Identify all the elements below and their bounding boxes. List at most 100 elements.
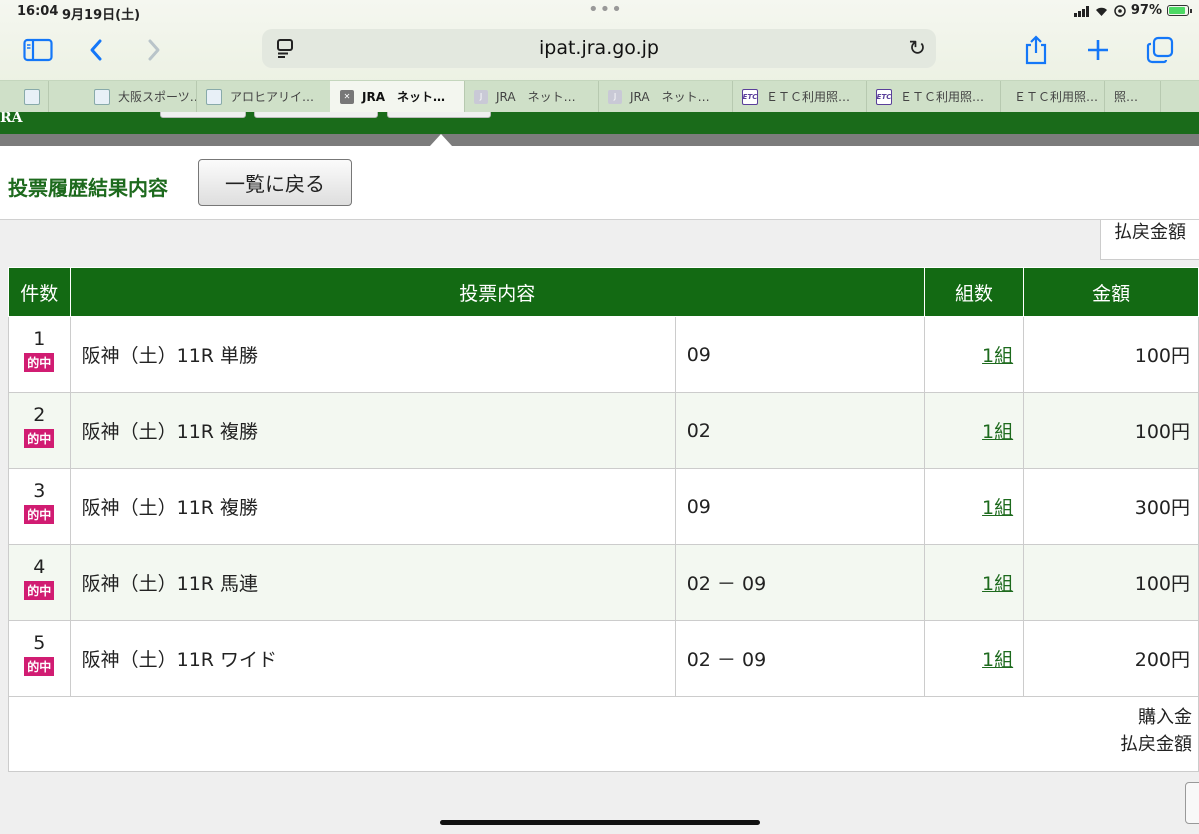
safari-toolbar: ipat.jra.go.jp ↻ (0, 28, 1199, 72)
close-tab-icon[interactable]: ✕ (340, 89, 354, 104)
combination-count-cell: 1組 (923, 392, 1025, 469)
share-icon[interactable] (1018, 32, 1054, 68)
combination-count-link[interactable]: 1組 (982, 497, 1013, 519)
tab-label: 照… (1114, 90, 1139, 104)
row-number-cell: 5 的中 (8, 620, 71, 697)
table-header-row: 件数 投票内容 組数 金額 (8, 267, 1199, 317)
wifi-icon (1095, 7, 1107, 16)
forward-chevron-icon[interactable] (136, 32, 172, 68)
browser-tab-active[interactable]: ✕ JRA ネット… (330, 81, 465, 112)
browser-tab[interactable]: 照… (1104, 81, 1161, 112)
bet-amount: 100円 (1023, 316, 1199, 393)
table-row: 1 的中 阪神（土）11R 単勝 09 1組 100円 (8, 316, 1199, 393)
site-favicon-icon: J (608, 89, 622, 104)
combination-count-cell: 1組 (923, 468, 1025, 545)
bet-description: 阪神（土）11R 馬連 (69, 544, 676, 621)
combination-count-cell: 1組 (923, 620, 1025, 697)
tab-label: ＥＴＣ利用照… (900, 90, 985, 104)
battery-percent: 97% (1130, 3, 1162, 18)
cellular-signal-icon (1073, 5, 1089, 17)
back-chevron-icon[interactable] (78, 32, 114, 68)
reload-icon[interactable]: ↻ (908, 36, 926, 60)
etc-favicon-icon: ETC (876, 88, 892, 105)
nav-pointer-caret (430, 134, 452, 146)
summary-cell: 購入金 払戻金額 (8, 696, 1199, 772)
table-row: 5 的中 阪神（土）11R ワイド 02 － 09 1組 200円 (8, 620, 1199, 697)
row-number-cell: 2 的中 (8, 392, 71, 469)
bet-description: 阪神（土）11R 複勝 (69, 468, 676, 545)
multitasking-dots-icon[interactable]: ••• (588, 0, 623, 20)
page-bottom-button[interactable] (1185, 782, 1199, 824)
header-divider (0, 134, 1199, 146)
tab-label: アロヒアリイ… (230, 90, 315, 104)
row-number: 3 (33, 480, 46, 502)
bet-selection: 09 (674, 468, 925, 545)
row-number: 1 (33, 328, 46, 350)
tab-label: 大阪スポーツ… (118, 90, 197, 104)
row-number: 5 (33, 632, 46, 654)
status-time: 16:04 (17, 4, 59, 19)
bet-selection: 02 (674, 392, 925, 469)
table-row: 4 的中 阪神（土）11R 馬連 02 － 09 1組 100円 (8, 544, 1199, 621)
browser-tab[interactable]: J JRA ネット… (598, 81, 733, 112)
browser-tab[interactable]: J JRA ネット… (464, 81, 599, 112)
browser-chrome: 16:04 9月19日(土) ••• 97% ipat.jra.go.jp ↻ (0, 0, 1199, 113)
hit-badge: 的中 (24, 505, 55, 524)
site-header: RA (0, 112, 1199, 134)
combination-count-cell: 1組 (923, 316, 1025, 393)
new-tab-plus-icon[interactable] (1080, 32, 1116, 68)
url-text: ipat.jra.go.jp (539, 37, 659, 59)
hit-badge: 的中 (24, 657, 55, 676)
location-lock-icon (1114, 4, 1126, 17)
header-nav-button[interactable] (387, 112, 491, 118)
title-bar: 投票履歴結果内容 一覧に戻る (0, 146, 1199, 220)
bet-description: 阪神（土）11R 複勝 (69, 392, 676, 469)
browser-tab[interactable] (14, 81, 49, 112)
bet-selection: 09 (674, 316, 925, 393)
header-nav-button[interactable] (160, 112, 246, 118)
browser-tab[interactable]: ETC ＥＴＣ利用照… (866, 81, 1001, 112)
site-favicon-icon (94, 88, 110, 105)
status-date: 9月19日(土) (62, 8, 141, 23)
browser-tab[interactable]: 大阪スポーツ… (84, 81, 197, 112)
tabs-overview-icon[interactable] (1142, 32, 1178, 68)
row-number-cell: 3 的中 (8, 468, 71, 545)
hit-badge: 的中 (24, 581, 55, 600)
site-favicon-icon (206, 88, 222, 105)
browser-tab[interactable]: ETC ＥＴＣ利用照… (732, 81, 867, 112)
combination-count-link[interactable]: 1組 (982, 649, 1013, 671)
column-header-no: 件数 (8, 267, 71, 317)
tab-label: JRA ネット… (362, 90, 445, 104)
browser-tab[interactable]: ＥＴＣ利用照… (1000, 81, 1105, 112)
row-number-cell: 1 的中 (8, 316, 71, 393)
payout-total-label: 払戻金額 (1120, 734, 1192, 755)
tab-bar: 大阪スポーツ… アロヒアリイ… ✕ JRA ネット… J JRA ネット… J … (0, 80, 1199, 113)
hit-badge: 的中 (24, 353, 55, 372)
back-to-list-button[interactable]: 一覧に戻る (198, 159, 352, 206)
combination-count-link[interactable]: 1組 (982, 345, 1013, 367)
browser-tab[interactable]: アロヒアリイ… (196, 81, 331, 112)
row-number: 4 (33, 556, 46, 578)
summary-row: 購入金 払戻金額 (8, 696, 1199, 772)
status-indicators: 97% (1073, 3, 1192, 18)
home-indicator[interactable] (440, 820, 760, 825)
purchase-total-label: 購入金 (1138, 707, 1192, 728)
row-number-cell: 4 的中 (8, 544, 71, 621)
tab-label: JRA ネット… (630, 90, 710, 104)
combination-count-link[interactable]: 1組 (982, 421, 1013, 443)
tab-label: JRA ネット… (496, 90, 576, 104)
bet-selection: 02 － 09 (674, 544, 925, 621)
address-bar[interactable]: ipat.jra.go.jp ↻ (262, 29, 936, 68)
bet-amount: 100円 (1023, 544, 1199, 621)
column-header-content: 投票内容 (69, 267, 925, 317)
bet-amount: 300円 (1023, 468, 1199, 545)
sidebar-toggle-icon[interactable] (20, 32, 56, 68)
bet-amount: 200円 (1023, 620, 1199, 697)
column-header-amount: 金額 (1023, 267, 1199, 317)
table-row: 2 的中 阪神（土）11R 複勝 02 1組 100円 (8, 392, 1199, 469)
bet-description: 阪神（土）11R 単勝 (69, 316, 676, 393)
payout-amount-label: 払戻金額 (1100, 220, 1199, 260)
row-number: 2 (33, 404, 46, 426)
header-nav-button[interactable] (254, 112, 378, 118)
combination-count-link[interactable]: 1組 (982, 573, 1013, 595)
